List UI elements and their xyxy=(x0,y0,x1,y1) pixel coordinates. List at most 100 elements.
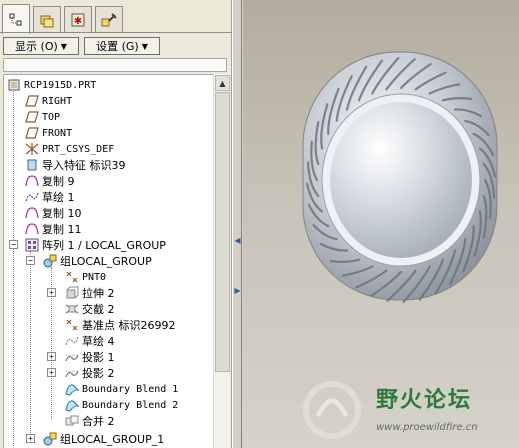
group-icon xyxy=(42,253,58,269)
group-icon xyxy=(42,431,58,447)
tree-item-label: 草绘 1 xyxy=(42,191,75,204)
tree-scrollbar[interactable]: ▲ xyxy=(213,74,230,448)
tree-toolbar: 显示 (O) ▼ 设置 (G) ▼ xyxy=(0,36,232,58)
tree-item-label: 投影 2 xyxy=(82,367,115,380)
svg-text:✱: ✱ xyxy=(74,16,82,27)
intersect-icon xyxy=(64,301,80,317)
tree-item[interactable]: FRONT xyxy=(24,125,72,141)
tab-separator xyxy=(0,32,232,33)
tree-item-label: 复制 10 xyxy=(42,207,82,220)
tree-item-label: 草绘 4 xyxy=(82,335,115,348)
tree-item[interactable]: 投影 1 xyxy=(64,349,115,365)
tree-item-label: PNT0 xyxy=(82,271,107,283)
datum-plane-icon xyxy=(24,125,40,141)
tree-item[interactable]: 投影 2 xyxy=(64,365,115,381)
tree-item[interactable]: PNT0 xyxy=(64,269,106,285)
tree-connector xyxy=(13,91,14,446)
tree-item[interactable]: 组LOCAL_GROUP_1 xyxy=(42,431,164,447)
expand-right-icon[interactable]: ▶ xyxy=(234,286,241,295)
tree-item[interactable]: 阵列 1 / LOCAL_GROUP xyxy=(24,237,166,253)
sketch-icon xyxy=(24,189,40,205)
center-dome xyxy=(330,102,472,258)
collapse-left-icon[interactable]: ◀ xyxy=(234,236,241,245)
tree-item-label: FRONT xyxy=(42,127,73,139)
tree-root[interactable]: RCP1915D.PRT xyxy=(6,77,96,93)
boundary-blend-icon xyxy=(64,397,80,413)
collapse-toggle[interactable]: − xyxy=(26,256,35,265)
import-feature-icon xyxy=(24,157,40,173)
model-tree: RCP1915D.PRT RIGHT TOP FRONT PRT_CSYS_DE… xyxy=(3,74,213,448)
tree-item-label: 投影 1 xyxy=(82,351,115,364)
sketch-icon xyxy=(64,333,80,349)
show-dropdown[interactable]: 显示 (O) ▼ xyxy=(3,37,79,55)
boundary-blend-icon xyxy=(64,381,80,397)
tree-item-label: 合并 2 xyxy=(82,415,115,428)
extrude-icon xyxy=(64,285,80,301)
expand-toggle[interactable]: + xyxy=(26,434,35,443)
copy-surface-icon xyxy=(24,205,40,221)
tab-model-tree[interactable] xyxy=(2,4,30,34)
folder-browser-icon xyxy=(40,15,54,27)
tree-item-label: 组LOCAL_GROUP xyxy=(60,255,152,268)
tree-item[interactable]: 复制 11 xyxy=(24,221,82,237)
tab-folder-browser[interactable] xyxy=(33,6,61,32)
scroll-up-button[interactable]: ▲ xyxy=(215,75,230,91)
tree-item[interactable]: 组LOCAL_GROUP xyxy=(42,253,152,269)
scroll-thumb[interactable] xyxy=(215,92,230,372)
tree-connector xyxy=(30,251,31,437)
tree-item[interactable]: 草绘 1 xyxy=(24,189,75,205)
tree-item[interactable]: 导入特征 标识39 xyxy=(24,157,126,173)
tree-filter-bar[interactable] xyxy=(3,58,227,72)
copy-surface-icon xyxy=(24,221,40,237)
merge-icon xyxy=(64,413,80,429)
expand-toggle[interactable]: + xyxy=(47,352,56,361)
settings-dropdown-label: 设置 (G) xyxy=(96,40,139,53)
tab-favorites[interactable]: ✱ xyxy=(64,6,92,32)
datum-point-icon xyxy=(64,317,80,333)
show-dropdown-label: 显示 (O) xyxy=(15,40,58,53)
tree-item-label: PRT_CSYS_DEF xyxy=(42,143,115,155)
tree-item-label: Boundary Blend 2 xyxy=(82,399,179,411)
part-icon xyxy=(6,77,22,93)
tree-item[interactable]: 复制 9 xyxy=(24,173,75,189)
tree-item[interactable]: 复制 10 xyxy=(24,205,82,221)
tree-item[interactable]: 草绘 4 xyxy=(64,333,115,349)
datum-point-icon xyxy=(64,269,80,285)
tree-item[interactable]: RIGHT xyxy=(24,93,72,109)
tree-item[interactable]: 交截 2 xyxy=(64,301,115,317)
tree-item[interactable]: 基准点 标识26992 xyxy=(64,317,176,333)
tree-item[interactable]: TOP xyxy=(24,109,60,125)
coordinate-system-icon xyxy=(24,141,40,157)
datum-plane-icon xyxy=(24,109,40,125)
watermark-title: 野火论坛 xyxy=(376,388,473,413)
tree-item-label: 基准点 标识26992 xyxy=(82,319,176,332)
tree-item[interactable]: 拉伸 2 xyxy=(64,285,115,301)
tree-item[interactable]: Boundary Blend 2 xyxy=(64,397,178,413)
tab-connections[interactable] xyxy=(95,6,123,32)
graphics-viewport[interactable]: 野火论坛 www.proewildfire.cn xyxy=(243,0,519,448)
tree-item-label: RCP1915D.PRT xyxy=(24,79,97,91)
app-window: ✱ 显示 (O) ▼ 设置 (G) ▼ RCP1915D.PRT RIGHT T… xyxy=(0,0,519,448)
favorites-icon: ✱ xyxy=(71,13,85,27)
tree-item-label: 复制 11 xyxy=(42,223,82,236)
project-icon xyxy=(64,349,80,365)
chevron-down-icon: ▼ xyxy=(141,41,148,51)
watermark-logo-icon xyxy=(303,381,361,439)
project-icon xyxy=(64,365,80,381)
tree-item[interactable]: PRT_CSYS_DEF xyxy=(24,141,114,157)
settings-dropdown[interactable]: 设置 (G) ▼ xyxy=(84,37,160,55)
panel-splitter[interactable]: ◀ ▶ xyxy=(232,0,242,448)
expand-toggle[interactable]: + xyxy=(47,368,56,377)
tree-item[interactable]: 合并 2 xyxy=(64,413,115,429)
expand-toggle[interactable]: + xyxy=(47,288,56,297)
model-tree-icon xyxy=(9,13,22,25)
collapse-toggle[interactable]: − xyxy=(9,240,18,249)
tree-item-label: Boundary Blend 1 xyxy=(82,383,179,395)
tree-item-label: RIGHT xyxy=(42,95,73,107)
tree-item-label: 拉伸 2 xyxy=(82,287,115,300)
tree-item-label: 导入特征 标识39 xyxy=(42,159,126,172)
tree-item-label: 复制 9 xyxy=(42,175,75,188)
tree-item-label: 阵列 1 / LOCAL_GROUP xyxy=(42,239,166,252)
tree-item[interactable]: Boundary Blend 1 xyxy=(64,381,178,397)
tree-item-label: 组LOCAL_GROUP_1 xyxy=(60,433,165,446)
